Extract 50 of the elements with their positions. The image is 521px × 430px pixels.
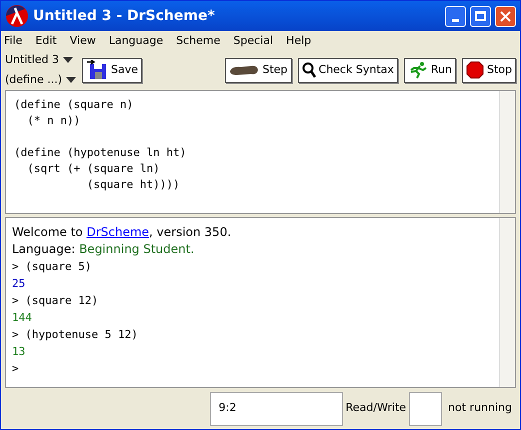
- menu-item[interactable]: File: [4, 32, 22, 50]
- result-value: 13: [12, 344, 26, 360]
- code-line: (* n n)): [26, 113, 80, 129]
- menu-item[interactable]: Edit: [35, 32, 57, 50]
- prompt-line: > (square 5): [12, 259, 92, 275]
- definitions-editor[interactable]: (define (square n) (* n n)) (define (hypotenuse ln ht) (sqrt (+ (square ln) (square ht)))): [5, 90, 516, 214]
- menu-item[interactable]: View: [70, 32, 96, 50]
- prompt-line: >: [12, 361, 19, 377]
- window-title: Untitled 3 - DrScheme*: [33, 6, 216, 26]
- mode-label: Read/Write: [346, 400, 406, 416]
- check-syntax-button[interactable]: Check Syntax: [298, 58, 398, 82]
- running-man-icon: [408, 61, 428, 79]
- menu-item[interactable]: Language: [108, 32, 164, 50]
- code-line: (define (square n): [14, 97, 134, 113]
- floppy-disk-icon: [86, 60, 108, 80]
- menu-item[interactable]: Help: [286, 32, 312, 50]
- search-icon: [302, 62, 316, 78]
- code-line: (define (hypotenuse ln ht): [14, 145, 186, 161]
- status-label: not running: [448, 400, 512, 416]
- minimize-button[interactable]: [445, 6, 466, 26]
- prompt-line: > (square 12): [12, 293, 98, 309]
- prompt-line: > (hypotenuse 5 12): [12, 327, 138, 343]
- code-line: (square ht)))): [86, 177, 180, 193]
- menu-item[interactable]: Scheme: [176, 32, 220, 50]
- run-button[interactable]: Run: [404, 58, 456, 82]
- maximize-button[interactable]: [470, 6, 491, 26]
- drscheme-link[interactable]: DrScheme: [86, 225, 150, 239]
- save-button[interactable]: Save: [82, 58, 142, 82]
- interactions-pane[interactable]: Welcome to DrScheme, version 350. Language: Beginning Student. > (square 5) 25 > (square 12) 144 > (hypotenuse 5 12) 13 >: [5, 217, 516, 388]
- caret-icon: [63, 57, 74, 64]
- lambda-logo-icon: [5, 4, 29, 28]
- minimize-icon: [452, 18, 459, 22]
- stop-button[interactable]: Stop: [462, 58, 516, 82]
- result-value: 25: [12, 276, 26, 292]
- position-field: 9:2: [210, 392, 343, 426]
- menu-item[interactable]: Special: [233, 32, 274, 50]
- status-indicator: [409, 392, 442, 426]
- step-button[interactable]: Step: [225, 58, 292, 82]
- language-name: Beginning Student.: [79, 241, 194, 258]
- close-icon: [500, 10, 511, 22]
- code-line: (sqrt (+ (square ln): [26, 161, 160, 177]
- result-value: 144: [12, 310, 32, 326]
- file-popup[interactable]: Untitled 3: [5, 52, 76, 68]
- close-button[interactable]: [495, 6, 516, 26]
- stop-sign-icon: [466, 61, 484, 79]
- language-label: Language:: [12, 241, 76, 258]
- caret-icon: [66, 76, 76, 83]
- welcome-message: Welcome to DrScheme, version 350.: [12, 224, 232, 241]
- maximize-icon: [475, 11, 486, 21]
- definitions-popup[interactable]: (define ...): [5, 72, 76, 88]
